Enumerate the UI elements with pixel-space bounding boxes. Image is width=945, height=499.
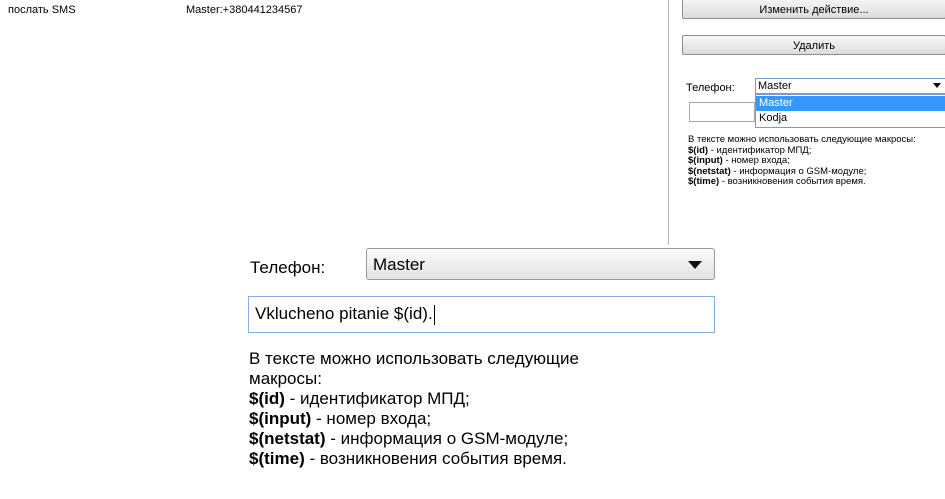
delete-button[interactable]: Удалить (682, 35, 945, 55)
zoom-macro-line: $(id) - идентификатор МПД; (249, 389, 719, 409)
table-row[interactable]: послать SMS Master:+380441234567 (0, 0, 668, 18)
zoom-phone-select-value: Master (373, 255, 425, 274)
zoom-macro-line: $(input) - номер входа; (249, 409, 719, 429)
zoom-macro-desc: - идентификатор МПД; (284, 389, 470, 408)
zoom-macro-desc: - номер входа; (311, 409, 432, 428)
phone-dropdown-list: Master Kodja (755, 94, 945, 128)
macro-name: $(input) (688, 155, 723, 166)
chevron-down-icon[interactable] (933, 83, 941, 88)
macro-desc: - возникновения события время. (719, 176, 866, 187)
phone-select-value: Master (758, 80, 792, 92)
phone-label: Телефон: (686, 82, 735, 94)
zoom-macro-line: $(netstat) - информация о GSM-модуле; (249, 429, 719, 449)
phone-option-kodja[interactable]: Kodja (756, 111, 945, 126)
zoom-message-text: Vklucheno pitanie $(id). (255, 304, 433, 323)
action-cell: послать SMS (8, 4, 76, 16)
macro-desc: - информация о GSM-модуле; (730, 165, 867, 177)
text-cursor (433, 304, 435, 325)
zoom-message-input[interactable]: Vklucheno pitanie $(id). (248, 296, 715, 333)
zoom-macro-line: $(time) - возникновения события время. (249, 449, 719, 469)
phone-option-master[interactable]: Master (756, 96, 945, 111)
zoom-phone-select[interactable]: Master (366, 248, 715, 280)
zoom-macro-desc: - возникновения события время. (304, 449, 567, 468)
zoom-message-value: Vklucheno pitanie $(id). (255, 304, 435, 325)
zoom-phone-label: Телефон: (250, 258, 326, 277)
zoom-help-line1: В тексте можно использовать следующие (249, 349, 579, 368)
zoom-macros-help: В тексте можно использовать следующие ма… (249, 349, 719, 469)
macro-name: $(id) (688, 144, 709, 156)
zoom-macro-name: $(id) (249, 389, 285, 408)
macro-name: $(time) (688, 176, 720, 187)
phone-select[interactable]: Master (755, 78, 945, 94)
zoom-macro-name: $(time) (249, 449, 305, 468)
macro-desc: - идентификатор МПД; (708, 144, 812, 156)
macro-line: $(time) - возникновения события время. (688, 176, 940, 188)
zoom-macro-desc: - информация о GSM-модуле; (325, 429, 569, 448)
macro-desc: - номер входа; (722, 155, 790, 166)
zoom-help-line2: макросы: (249, 369, 322, 388)
panel-divider (668, 0, 669, 245)
target-cell: Master:+380441234567 (186, 4, 303, 16)
zoom-macro-name: $(netstat) (249, 429, 326, 448)
chevron-down-icon[interactable] (688, 261, 702, 269)
change-action-button[interactable]: Изменить действие... (682, 0, 945, 19)
zoom-macro-name: $(input) (249, 409, 312, 428)
macro-name: $(netstat) (688, 165, 731, 177)
macros-help: В тексте можно использовать следующие ма… (688, 134, 940, 188)
message-input[interactable] (689, 102, 755, 122)
